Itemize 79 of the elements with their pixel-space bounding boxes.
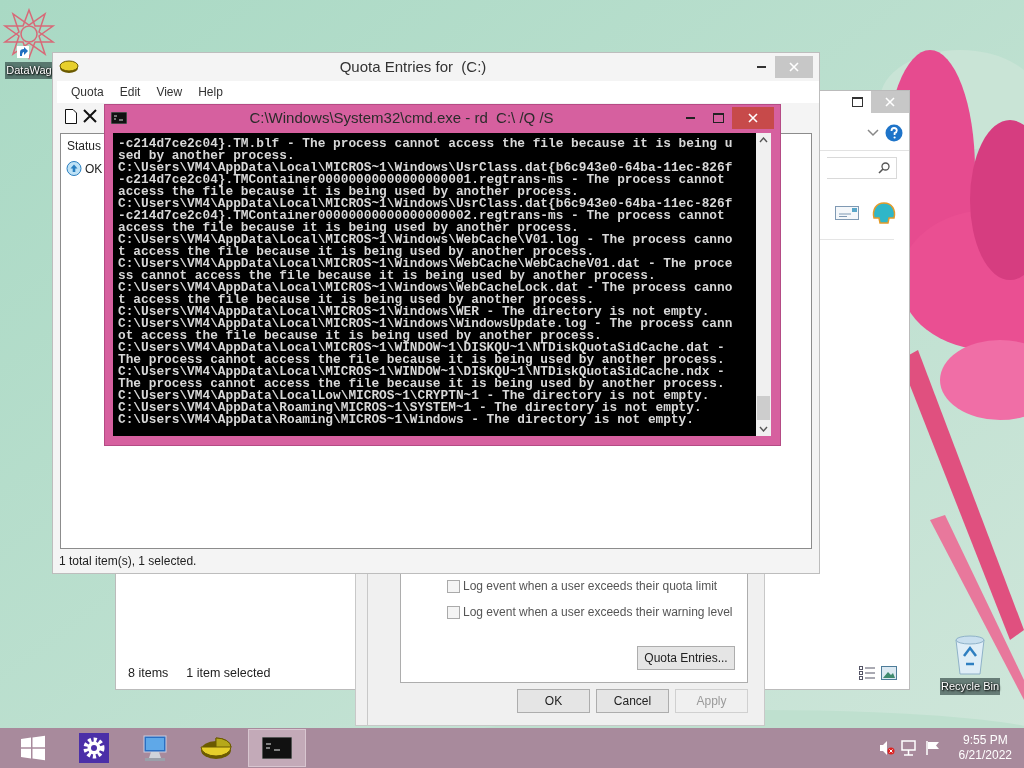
checkbox[interactable] [447, 579, 460, 593]
console-line: t access the file because it is being used by another process. [118, 246, 595, 258]
window-title: C:\Windows\System32\cmd.exe - rd C:\ /Q /S [248, 107, 555, 128]
console-line: C:\Users\VM4\AppData\Local\MICROS~1\Windows\WebCache\WebCacheV01.dat - The proce [118, 258, 733, 270]
close-icon [748, 113, 758, 123]
chevron-down-icon[interactable] [867, 129, 879, 137]
details-view-icon[interactable] [859, 666, 875, 680]
console-line: ot access the file because it is being used by another process. [118, 330, 602, 342]
flag-icon[interactable] [924, 740, 941, 756]
window-title: Quota Entries for (C:) [338, 56, 488, 77]
muted-speaker-icon[interactable] [878, 740, 895, 756]
console-line: C:\Users\VM4\AppData\Local\MICROS~1\Windows\UsrClass.dat{b6c943e0-64ba-11ec-826f [118, 162, 733, 174]
console-line: ss cannot access the file because it is being used by another process. [118, 270, 656, 282]
close-icon [885, 97, 895, 107]
disk-icon[interactable] [59, 60, 79, 74]
console-line: C:\Users\VM4\AppData\Roaming\MICROS~1\SYSTEM~1 - The directory is not empty. [118, 402, 702, 414]
console-line: The process cannot access the file because it is being used by another process. [118, 378, 725, 390]
console-line: t access the file because it is being used by another process. [118, 294, 595, 306]
dialog-button[interactable]: Cancel [596, 689, 669, 713]
shortcut-label[interactable]: DataWag [5, 62, 53, 79]
status-ok-icon [66, 161, 82, 177]
close-icon [789, 62, 799, 72]
menu-item[interactable]: Edit [111, 82, 149, 102]
console-line: The process cannot access the file because it is being used by another process. [118, 354, 725, 366]
clock-time: 9:55 PM [961, 733, 1009, 748]
scroll-up-icon[interactable] [759, 137, 768, 143]
search-icon [878, 162, 890, 174]
console-line: C:\Users\VM4\AppData\Roaming\MICROS~1\Windows - The directory is not empty. [118, 414, 694, 426]
console-line: C:\Users\VM4\AppData\Local\MICROS~1\Windows\WebCacheLock.dat - The process canno [118, 282, 733, 294]
status-text: 1 total item(s), 1 selected. [59, 553, 197, 570]
delete-icon[interactable] [83, 109, 97, 123]
gear-icon [79, 733, 109, 763]
console-icon[interactable] [111, 112, 127, 124]
shell-icon[interactable] [871, 202, 897, 224]
new-document-icon[interactable] [65, 108, 77, 124]
item-count: 8 items [128, 664, 169, 682]
console-line: C:\Users\VM4\AppData\Local\MICROS~1\Windows\WER - The directory is not empty. [118, 306, 710, 318]
console-line: -c214d7ce2c04}.TMContainer00000000000000000002.regtrans-ms - The process cannot [118, 210, 725, 222]
search-field[interactable] [827, 157, 897, 179]
computer-icon [140, 734, 170, 762]
console-line: -c214d7ce2c04}.TM.blf - The process cannot access the file because it is being u [118, 138, 733, 150]
windows-logo-icon [20, 735, 46, 761]
menu-item[interactable]: Quota [63, 82, 112, 102]
mail-icon[interactable] [835, 206, 859, 220]
console-line: C:\Users\VM4\AppData\Local\MICROS~1\Windows\WebCache\V01.log - The process canno [118, 234, 733, 246]
star-pattern-icon[interactable] [1, 8, 57, 60]
scroll-down-icon[interactable] [759, 426, 768, 432]
console-line: C:\Users\VM4\AppData\Local\MICROS~1\WINDOW~1\DISKQU~1\NTDiskQuotaSidCache.ndx - [118, 366, 725, 378]
scroll-thumb[interactable] [757, 396, 770, 420]
thumbnail-view-icon[interactable] [881, 666, 897, 680]
pie-disk-icon [199, 735, 233, 761]
status-text: OK [85, 161, 103, 178]
console-line: access the file because it is being used by another process. [118, 186, 579, 198]
console-line: -c214d7ce2c04}.TMContainer00000000000000000001.regtrans-ms - The process cannot [118, 174, 725, 186]
help-icon[interactable] [885, 124, 903, 142]
minimize-icon [756, 66, 766, 68]
console-line: sed by another process. [118, 150, 295, 162]
menu-item[interactable]: View [148, 82, 191, 102]
checkbox-label: Log event when a user exceeds their quota limit [463, 578, 718, 595]
quota-entries-button[interactable]: Quota Entries... [637, 646, 735, 670]
clock-date: 6/21/2022 [958, 748, 1012, 763]
checkbox-label: Log event when a user exceeds their warning level [463, 604, 733, 621]
selection-count: 1 item selected [186, 664, 271, 682]
menu-item[interactable]: Help [190, 82, 231, 102]
console-line: C:\Users\VM4\AppData\Local\MICROS~1\Windows\WindowsUpdate.log - The process cann [118, 318, 733, 330]
dialog-button[interactable]: OK [517, 689, 590, 713]
maximize-icon [851, 97, 863, 107]
console-line: access the file because it is being used by another process. [118, 222, 579, 234]
network-icon[interactable] [900, 740, 919, 756]
maximize-icon [712, 113, 724, 123]
scrollbar[interactable] [756, 133, 771, 436]
recycle-bin-label[interactable]: Recycle Bin [940, 678, 1001, 695]
console-line: C:\Users\VM4\AppData\LocalLow\MICROS~1\CRYPTN~1 - The directory is not empty. [118, 390, 710, 402]
console-line: C:\Users\VM4\AppData\Local\MICROS~1\WINDOW~1\DISKQU~1\NTDiskQuotaSidCache.dat - [118, 342, 725, 354]
console-icon [262, 737, 292, 759]
console-line: C:\Users\VM4\AppData\Local\MICROS~1\Windows\UsrClass.dat{b6c943e0-64ba-11ec-826f [118, 198, 733, 210]
checkbox[interactable] [447, 605, 460, 619]
close-button[interactable] [732, 107, 774, 129]
taskbar-button[interactable] [248, 729, 306, 767]
